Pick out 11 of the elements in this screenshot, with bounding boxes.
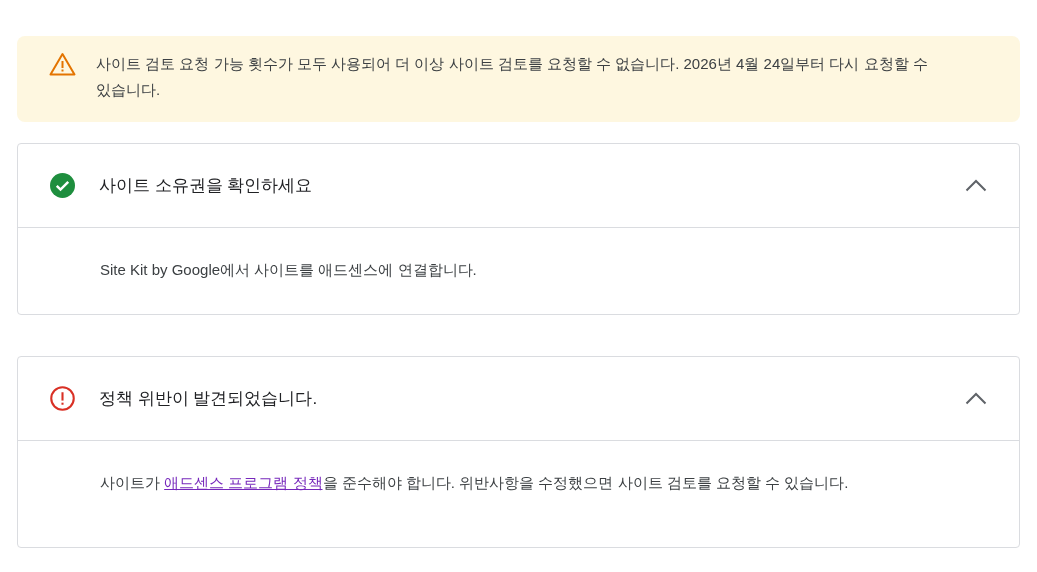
warning-icon (49, 52, 76, 76)
error-icon (50, 386, 75, 411)
policy-link[interactable]: 애드센스 프로그램 정책 (164, 474, 323, 491)
section-description: Site Kit by Google에서 사이트를 애드센스에 연결합니다. (100, 261, 477, 278)
section-header[interactable]: 사이트 소유권을 확인하세요 (18, 144, 1019, 228)
chevron-up-icon (965, 392, 987, 405)
warning-message: 사이트 검토 요청 가능 횟수가 모두 사용되어 더 이상 사이트 검토를 요청할 수 없습니다. 2026년 4월 24일부터 다시 요청할 수 있습니다. (96, 54, 929, 100)
section-header[interactable]: 정책 위반이 발견되었습니다. (18, 357, 1019, 441)
section-description: 사이트가 애드센스 프로그램 정책을 준수해야 합니다. 위반사항을 수정했으면 사이트 검토를 요청할 수 있습니다. (100, 474, 849, 491)
chevron-up-icon (965, 179, 987, 192)
check-circle-icon (50, 173, 75, 198)
